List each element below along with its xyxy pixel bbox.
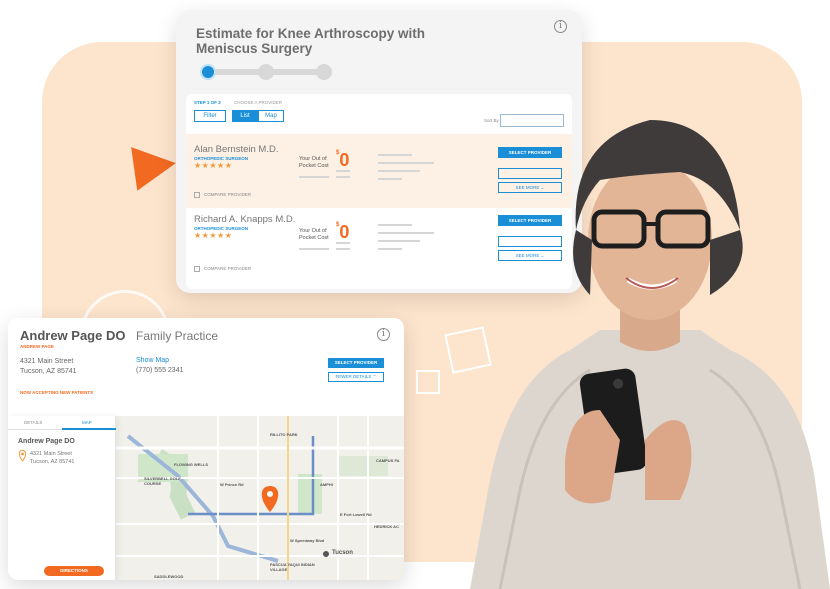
map-label: W Speedway Blvd [290,538,325,543]
map-sidebar-tabs: DETAILS MAP [8,416,116,430]
provider-name[interactable]: Alan Bernstein M.D. [194,144,278,155]
fewer-details-button[interactable]: FEWER DETAILS ⌃ [328,372,384,382]
oop-label: Your Out of Pocket Cost [299,156,329,169]
oop-label: Your Out of Pocket Cost [299,228,329,241]
map-provider-name: Andrew Page DO [18,438,75,445]
oop-value: $0 [336,222,350,242]
info-icon[interactable]: i [377,328,390,341]
map-label: HEDRICK AC [374,524,399,529]
list-tab[interactable]: List [232,110,258,122]
map-label: SADDLEWOOD [154,574,184,579]
tab-details[interactable]: DETAILS [24,420,42,425]
map-view[interactable]: RILLITO PARK CAMPUS FA FLOWING WELLS SIL… [8,416,404,580]
pointer-arrow-icon [131,141,179,191]
tab-map[interactable]: MAP [82,420,92,425]
step-name: CHOOSE A PROVIDER [234,100,283,105]
location-pin-icon [18,450,27,462]
decorative-square [416,370,440,394]
map-provider-address: 4321 Main Street Tucson, AZ 85741 [30,451,75,465]
directions-button[interactable]: DIRECTIONS [44,566,104,576]
oop-value: $0 [336,150,350,170]
accepting-patients-badge: NOW ACCEPTING NEW PATIENTS [20,390,94,395]
progress-stepper [200,64,332,80]
compare-provider-checkbox[interactable]: COMPARE PROVIDER [194,192,251,198]
provider-address: 4321 Main Street Tucson, AZ 85741 [20,358,77,375]
map-label: Tucson [332,550,353,556]
provider-name[interactable]: Richard A. Knapps M.D. [194,214,295,225]
rating-stars-icon: ★★★★★ [194,231,233,240]
map-label: CAMPUS FA [376,458,400,463]
woman-with-phone-photo [470,120,830,589]
compare-provider-checkbox[interactable]: COMPARE PROVIDER [194,266,251,272]
map-label: AMPHI [320,482,333,487]
step-label: STEP 1 OF 3 [194,100,221,105]
provider-phone: (770) 555 2341 [136,367,184,374]
filter-button[interactable]: Filter [194,110,226,122]
map-tab[interactable]: Map [258,110,284,122]
estimate-title: Estimate for Knee Arthroscopy with Menis… [196,26,426,56]
provider-role: Family Practice [136,329,219,343]
provider-detail-card: Andrew Page DO Family Practice i ANDREW … [8,318,404,580]
info-icon[interactable]: i [554,20,567,33]
map-label: RILLITO PARK [270,432,298,437]
provider-subtitle: ANDREW PAGE [20,344,54,349]
map-label: SILVERBELL GOLF COURSE [144,476,181,486]
active-tab-indicator [62,428,116,430]
rating-stars-icon: ★★★★★ [194,161,233,170]
show-map-link[interactable]: Show Map [136,357,169,364]
provider-name: Andrew Page DO [20,328,126,343]
map-sidebar: DETAILS MAP Andrew Page DO 4321 Main Str… [8,416,116,580]
select-provider-button[interactable]: SELECT PROVIDER [328,358,384,368]
map-label: PASCUA YAQUI INDIAN VILLAGE [270,562,315,572]
map-label: E Fort Lowell Rd [340,512,372,517]
map-label: FLOWING WELLS [174,462,208,467]
map-label: W Prince Rd [220,482,244,487]
